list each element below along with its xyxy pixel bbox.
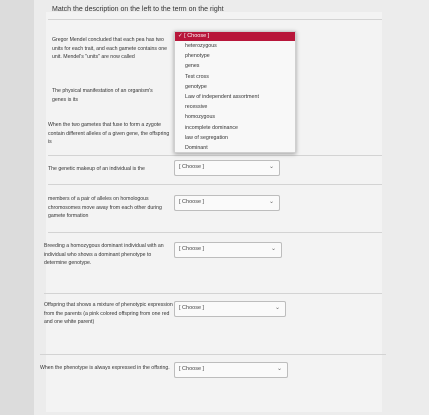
select-label: [ Choose ]	[179, 199, 205, 205]
question-3-text: When the two gametes that fuse to form a…	[48, 122, 170, 145]
dropdown-option[interactable]: Law of independent assortment	[175, 92, 295, 102]
question-6-select[interactable]: [ Choose ] ⌄	[174, 242, 282, 258]
question-6-text: Breeding a homozygous dominant individua…	[44, 243, 164, 266]
select-label: [ Choose ]	[179, 366, 205, 372]
question-5-select[interactable]: [ Choose ] ⌄	[174, 195, 280, 211]
question-7-select[interactable]: [ Choose ] ⌄	[174, 301, 286, 317]
question-8-select[interactable]: [ Choose ] ⌄	[174, 362, 288, 378]
question-4-select[interactable]: [ Choose ] ⌄	[174, 160, 280, 176]
question-5-text: members of a pair of alleles on homologo…	[48, 196, 162, 219]
divider	[48, 184, 382, 185]
dropdown-option[interactable]: phenotype	[175, 51, 295, 61]
dropdown-option[interactable]: incomplete dominance	[175, 123, 295, 133]
chevron-down-icon: ⌄	[270, 246, 276, 252]
question-4-text: The genetic makeup of an individual is t…	[48, 166, 145, 172]
chevron-down-icon: ⌄	[268, 199, 274, 205]
dropdown-option[interactable]: Dominant	[175, 143, 295, 153]
question-instruction: Match the description on the left to the…	[52, 6, 224, 13]
dropdown-selected-option[interactable]: ✓ [ Choose ]	[175, 32, 295, 41]
chevron-down-icon: ⌄	[268, 164, 274, 170]
dropdown-option[interactable]: genotype	[175, 82, 295, 92]
question-7-text: Offspring that shows a mixture of phenot…	[44, 302, 173, 325]
divider	[40, 354, 386, 355]
dropdown-option[interactable]: Test cross	[175, 72, 295, 82]
question-2-text: The physical manifestation of an organis…	[52, 88, 153, 103]
dropdown-option[interactable]: heterozygous	[175, 41, 295, 51]
divider	[48, 19, 382, 20]
question-8-text: When the phenotype is always expressed i…	[40, 365, 170, 371]
divider	[48, 155, 382, 156]
select-label: [ Choose ]	[179, 246, 205, 252]
chevron-down-icon: ⌄	[274, 305, 280, 311]
dropdown-option[interactable]: law of segregation	[175, 133, 295, 143]
choose-dropdown-list[interactable]: ✓ [ Choose ] heterozygous phenotype gene…	[174, 31, 296, 153]
dropdown-option[interactable]: recessive	[175, 102, 295, 112]
divider	[48, 232, 382, 233]
select-label: [ Choose ]	[179, 305, 205, 311]
chevron-down-icon: ⌄	[276, 366, 282, 372]
dropdown-option[interactable]: genes	[175, 61, 295, 71]
dropdown-option[interactable]: homozygous	[175, 112, 295, 122]
select-label: [ Choose ]	[179, 164, 205, 170]
divider	[44, 293, 382, 294]
question-1-text: Gregor Mendel concluded that each pea ha…	[52, 37, 168, 60]
